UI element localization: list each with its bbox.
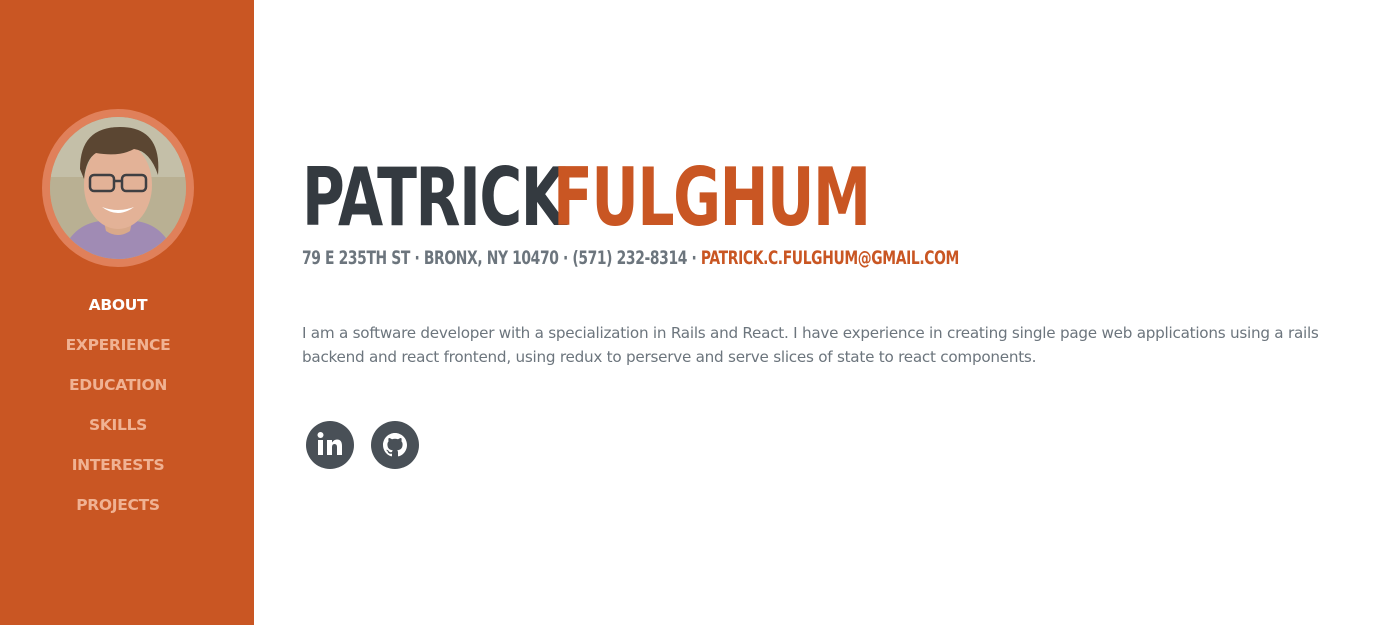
contact-line: 79 E 235TH ST · BRONX, NY 10470 · (571) …: [302, 246, 959, 270]
sidebar: ABOUT EXPERIENCE EDUCATION SKILLS INTERE…: [0, 0, 254, 625]
nav-item-experience[interactable]: EXPERIENCE: [0, 333, 236, 373]
avatar-ring: [42, 109, 194, 267]
nav-item-skills[interactable]: SKILLS: [0, 413, 236, 453]
nav-item-interests[interactable]: INTERESTS: [0, 453, 236, 493]
linkedin-link[interactable]: [306, 421, 354, 469]
github-icon: [383, 433, 407, 457]
github-link[interactable]: [371, 421, 419, 469]
linkedin-icon: [317, 432, 342, 455]
first-name: PATRICK: [302, 151, 566, 244]
nav-item-projects[interactable]: PROJECTS: [0, 493, 236, 533]
page-title: PATRICK FULGHUM: [302, 150, 871, 246]
email-link[interactable]: PATRICK.C.FULGHUM@GMAIL.COM: [701, 247, 959, 269]
avatar[interactable]: [50, 117, 186, 259]
about-text: I am a software developer with a special…: [302, 324, 1319, 366]
nav-item-about[interactable]: ABOUT: [0, 293, 236, 333]
last-name: FULGHUM: [553, 151, 871, 244]
address-text: 79 E 235TH ST · BRONX, NY 10470 · (571) …: [302, 247, 701, 269]
social-links: [306, 421, 419, 469]
sidebar-nav: ABOUT EXPERIENCE EDUCATION SKILLS INTERE…: [0, 293, 236, 533]
nav-item-education[interactable]: EDUCATION: [0, 373, 236, 413]
profile-photo: [50, 117, 186, 259]
